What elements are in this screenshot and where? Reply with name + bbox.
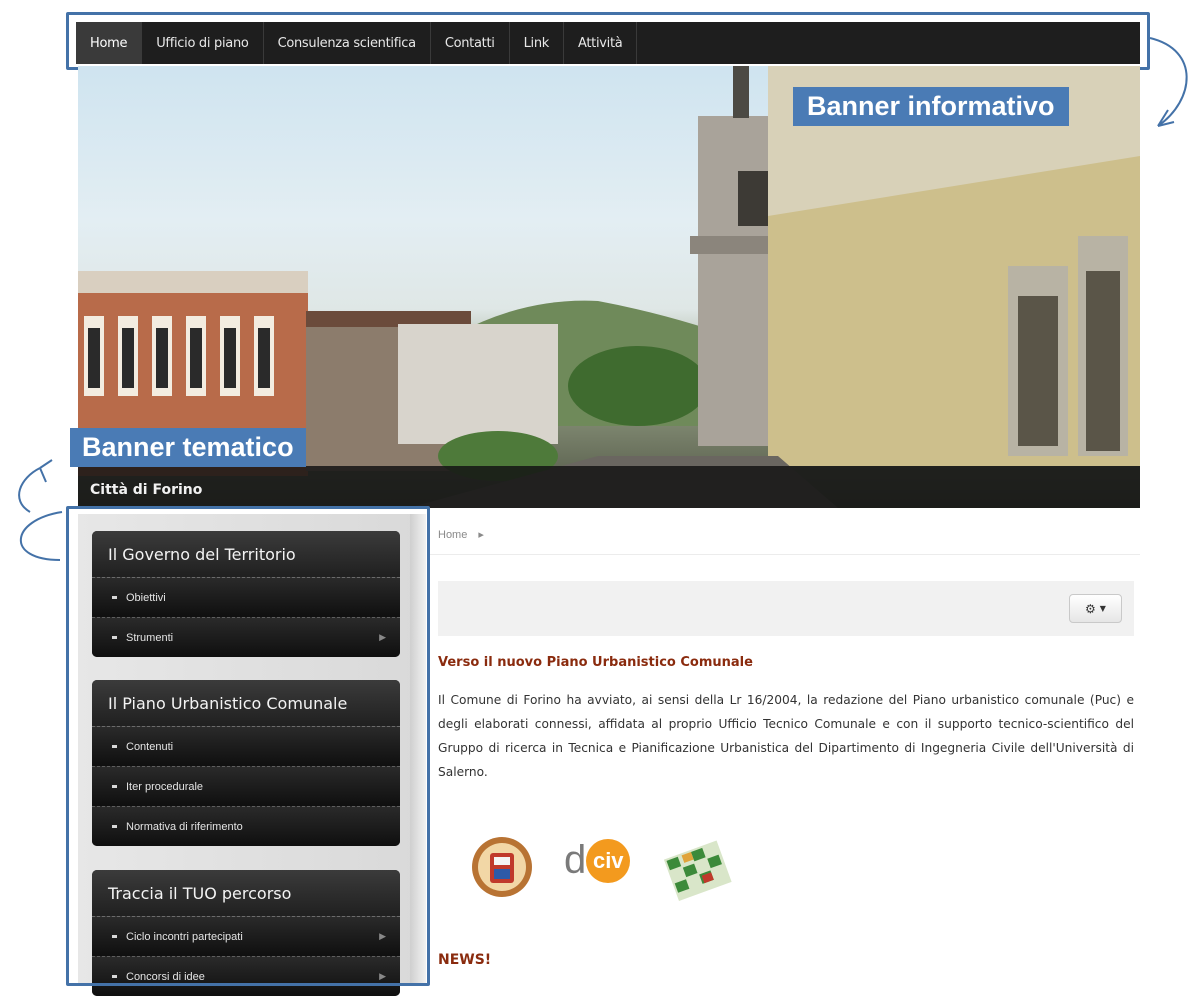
news-heading: NEWS! [438, 952, 492, 968]
article-settings-button[interactable]: ⚙ ▼ [1069, 594, 1122, 623]
article-body: Il Comune di Forino ha avviato, ai sensi… [438, 693, 1134, 779]
banner-informativo-label: Banner informativo [793, 87, 1069, 126]
gear-icon: ⚙ [1085, 601, 1096, 616]
dciv-logo-d: d [564, 838, 587, 882]
dciv-logo-civ: civ [586, 838, 631, 883]
breadcrumb-separator-icon: ▸ [478, 529, 484, 541]
breadcrumb-home[interactable]: Home [438, 529, 467, 541]
arrow-tematico-icon [19, 511, 63, 561]
article-toolbar [438, 581, 1134, 636]
article-title[interactable]: Verso il nuovo Piano Urbanistico Comunal… [438, 655, 753, 670]
university-seal-logo [472, 837, 532, 897]
research-group-logo [663, 840, 732, 901]
banner-tematico-label: Banner tematico [70, 428, 306, 467]
hero-caption-bar [78, 466, 1140, 508]
breadcrumb: Home ▸ [438, 528, 484, 541]
banner-tematico-frame [66, 506, 430, 986]
dciv-logo: d civ [564, 838, 631, 883]
arrow-informativo-icon [1149, 37, 1188, 127]
hero-caption: Città di Forino [90, 482, 203, 498]
banner-informativo-frame [66, 12, 1150, 70]
caret-down-icon: ▼ [1099, 604, 1106, 613]
breadcrumb-divider [430, 554, 1140, 555]
